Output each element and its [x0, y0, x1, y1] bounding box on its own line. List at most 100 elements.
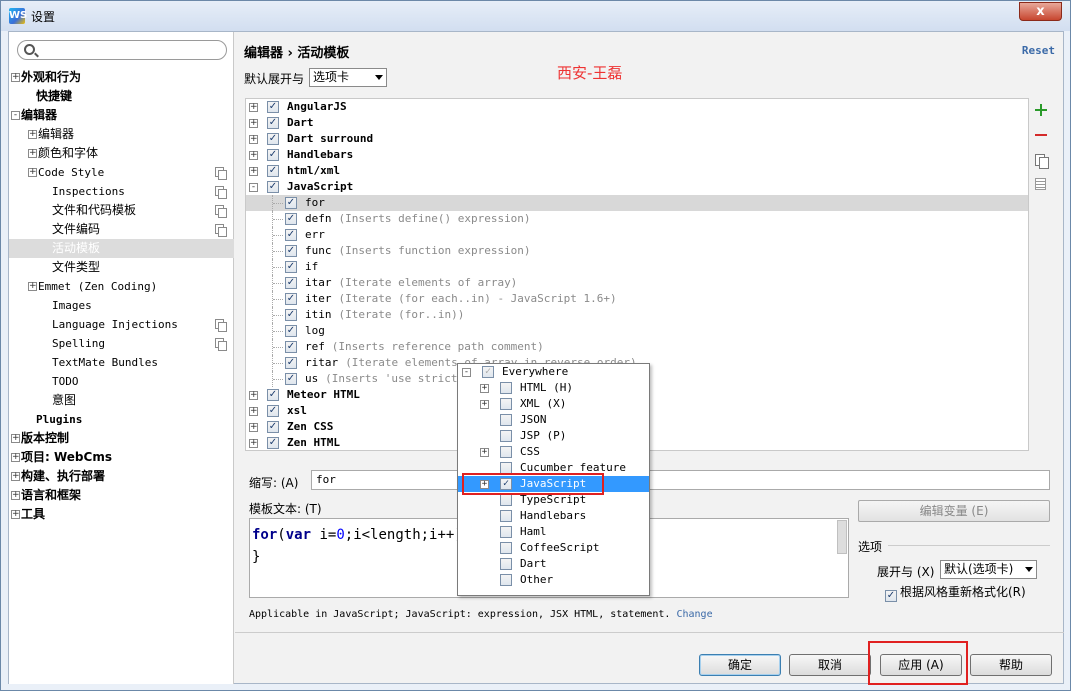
sidebar-item[interactable]: + Code Style [9, 163, 234, 182]
expand-toggle-icon[interactable]: + [249, 423, 258, 432]
close-button[interactable]: x [1019, 2, 1062, 21]
expand-toggle-icon[interactable]: + [28, 168, 37, 177]
tree-row[interactable]: ✓ log [246, 323, 1028, 339]
sidebar-item[interactable]: + 外观和行为 [9, 68, 234, 87]
sidebar-item[interactable]: Inspections [9, 182, 234, 201]
reformat-checkbox[interactable]: ✓ [885, 590, 897, 602]
context-checkbox[interactable] [500, 574, 512, 586]
template-checkbox[interactable]: ✓ [267, 405, 279, 417]
template-checkbox[interactable]: ✓ [285, 373, 297, 385]
tree-row[interactable]: + ✓ Handlebars [246, 147, 1028, 163]
sidebar-item[interactable]: + 构建、执行部署 [9, 467, 234, 486]
tree-row[interactable]: + ✓ AngularJS [246, 99, 1028, 115]
context-item[interactable]: Handlebars [458, 508, 649, 524]
change-link[interactable]: Change [676, 609, 712, 620]
expand-toggle-icon[interactable]: - [249, 183, 258, 192]
tree-row[interactable]: + ✓ Dart [246, 115, 1028, 131]
context-item[interactable]: Other [458, 572, 649, 588]
context-item[interactable]: JSON [458, 412, 649, 428]
expand-toggle-icon[interactable]: + [28, 149, 37, 158]
context-checkbox[interactable]: ✓ [482, 366, 494, 378]
help-button[interactable]: 帮助 [970, 654, 1052, 676]
expand-toggle-icon[interactable]: + [249, 439, 258, 448]
sidebar-item[interactable]: + 编辑器 [9, 125, 234, 144]
expand-toggle-icon[interactable]: + [249, 135, 258, 144]
expand-toggle-icon[interactable]: + [249, 151, 258, 160]
sidebar-item[interactable]: Plugins [9, 410, 234, 429]
sidebar-item[interactable]: Language Injections [9, 315, 234, 334]
context-item[interactable]: Haml [458, 524, 649, 540]
expand-toggle-icon[interactable]: + [249, 119, 258, 128]
context-checkbox[interactable] [500, 526, 512, 538]
tree-row[interactable]: ✓ if [246, 259, 1028, 275]
template-checkbox[interactable]: ✓ [267, 389, 279, 401]
expand-toggle-icon[interactable]: + [249, 391, 258, 400]
template-checkbox[interactable]: ✓ [267, 181, 279, 193]
context-checkbox[interactable] [500, 510, 512, 522]
context-item[interactable]: + CSS [458, 444, 649, 460]
expand-toggle-icon[interactable]: + [480, 448, 489, 457]
context-checkbox[interactable] [500, 398, 512, 410]
tree-row[interactable]: ✓ func (Inserts function expression) [246, 243, 1028, 259]
sidebar-item[interactable]: TODO [9, 372, 234, 391]
remove-icon[interactable] [1035, 134, 1047, 136]
context-checkbox[interactable] [500, 494, 512, 506]
sidebar-item[interactable]: + 工具 [9, 505, 234, 524]
cancel-button[interactable]: 取消 [789, 654, 871, 676]
context-checkbox[interactable] [500, 446, 512, 458]
expand-toggle-icon[interactable]: + [480, 384, 489, 393]
expand-toggle-icon[interactable]: + [11, 453, 20, 462]
tree-row[interactable]: ✓ itin (Iterate (for..in)) [246, 307, 1028, 323]
tree-row[interactable]: + ✓ html/xml [246, 163, 1028, 179]
template-checkbox[interactable]: ✓ [285, 245, 297, 257]
template-checkbox[interactable]: ✓ [267, 165, 279, 177]
editor-scrollbar-thumb[interactable] [837, 520, 847, 554]
template-checkbox[interactable]: ✓ [285, 357, 297, 369]
expand-toggle-icon[interactable]: + [249, 167, 258, 176]
template-checkbox[interactable]: ✓ [285, 229, 297, 241]
expand-toggle-icon[interactable]: + [11, 73, 20, 82]
tree-row[interactable]: ✓ err [246, 227, 1028, 243]
template-checkbox[interactable]: ✓ [285, 261, 297, 273]
template-checkbox[interactable]: ✓ [285, 213, 297, 225]
context-checkbox[interactable] [500, 382, 512, 394]
expand-toggle-icon[interactable]: + [11, 510, 20, 519]
sidebar-item[interactable]: - 编辑器 [9, 106, 234, 125]
tree-row[interactable]: ✓ ref (Inserts reference path comment) [246, 339, 1028, 355]
expand-with-select[interactable]: 默认(选项卡) [940, 560, 1037, 579]
context-item[interactable]: - ✓ Everywhere [458, 364, 649, 380]
copy-icon[interactable] [1035, 154, 1049, 169]
tree-row[interactable]: ✓ itar (Iterate elements of array) [246, 275, 1028, 291]
sidebar-item[interactable]: 文件编码 [9, 220, 234, 239]
reset-link[interactable]: Reset [1022, 44, 1055, 57]
expand-toggle-icon[interactable]: + [11, 434, 20, 443]
template-checkbox[interactable]: ✓ [267, 437, 279, 449]
tree-row[interactable]: ✓ for [246, 195, 1028, 211]
sidebar-item[interactable]: TextMate Bundles [9, 353, 234, 372]
sidebar-item[interactable]: 文件和代码模板 [9, 201, 234, 220]
context-item[interactable]: Dart [458, 556, 649, 572]
template-checkbox[interactable]: ✓ [267, 101, 279, 113]
template-checkbox[interactable]: ✓ [285, 341, 297, 353]
abbreviation-input[interactable]: for [311, 470, 1050, 490]
sidebar-item[interactable]: 意图 [9, 391, 234, 410]
sidebar-item[interactable]: + 语言和框架 [9, 486, 234, 505]
context-checkbox[interactable] [500, 414, 512, 426]
expand-toggle-icon[interactable]: - [462, 368, 471, 377]
template-checkbox[interactable]: ✓ [267, 117, 279, 129]
expand-toggle-icon[interactable]: + [28, 130, 37, 139]
expand-toggle-icon[interactable]: + [28, 282, 37, 291]
context-checkbox[interactable] [500, 430, 512, 442]
template-checkbox[interactable]: ✓ [285, 293, 297, 305]
ok-button[interactable]: 确定 [699, 654, 781, 676]
expand-toggle-icon[interactable]: - [11, 111, 20, 120]
context-item[interactable]: + HTML (H) [458, 380, 649, 396]
sidebar-item[interactable]: 活动模板 [9, 239, 234, 258]
template-checkbox[interactable]: ✓ [285, 197, 297, 209]
template-checkbox[interactable]: ✓ [285, 325, 297, 337]
expand-toggle-icon[interactable]: + [11, 491, 20, 500]
template-checkbox[interactable]: ✓ [267, 133, 279, 145]
edit-variables-button[interactable]: 编辑变量 (E) [858, 500, 1050, 522]
expand-toggle-icon[interactable]: + [249, 407, 258, 416]
tree-row[interactable]: - ✓ JavaScript [246, 179, 1028, 195]
